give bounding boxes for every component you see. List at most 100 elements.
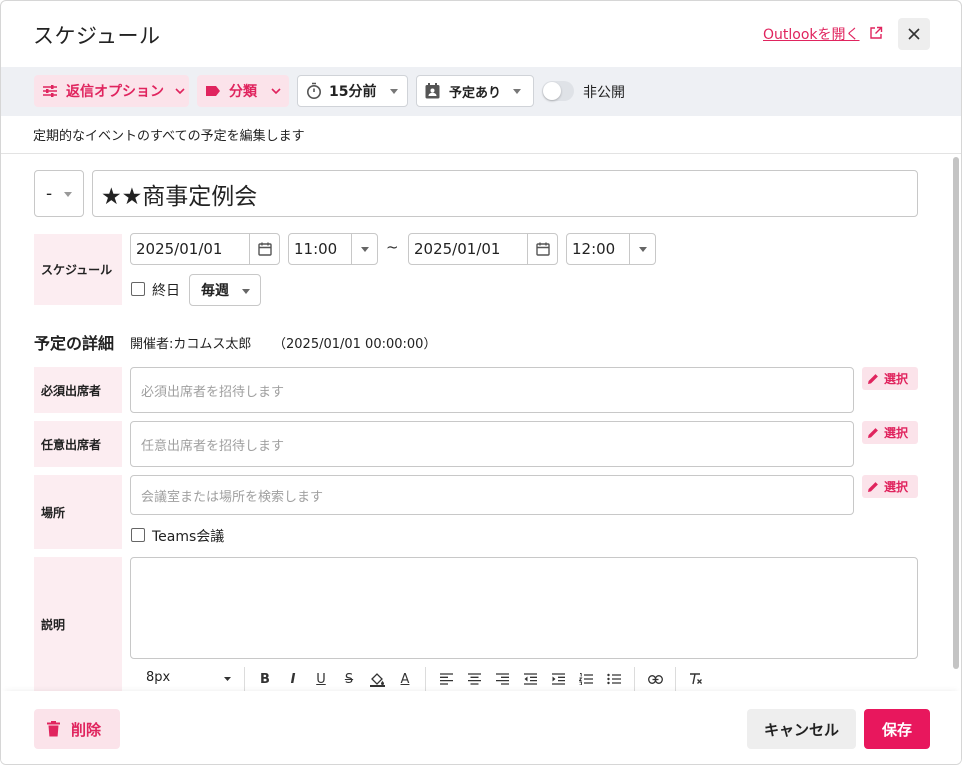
caret-down-icon	[638, 246, 647, 252]
toggle-knob	[543, 82, 561, 100]
end-date-value: 2025/01/01	[414, 240, 501, 258]
reply-options-button[interactable]: 返信オプション	[34, 75, 189, 107]
optional-select-button[interactable]: 選択	[862, 421, 918, 444]
details-section-title: 予定の詳細	[34, 334, 115, 353]
show-as-value: 予定あり	[449, 85, 502, 101]
select-label: 選択	[884, 372, 909, 386]
recurring-note: 定期的なイベントのすべての予定を編集します	[33, 129, 305, 144]
caret-down-icon	[64, 192, 72, 197]
organizer-text: 開催者:カコムス太郎	[130, 337, 252, 352]
bold-button[interactable]: B	[255, 669, 275, 689]
insert-link-button[interactable]	[645, 669, 665, 689]
optional-attendees-input[interactable]: 任意出席者を招待します	[130, 421, 854, 467]
required-select-button[interactable]: 選択	[862, 367, 918, 390]
align-right-button[interactable]	[492, 669, 512, 689]
start-date-input[interactable]: 2025/01/01	[130, 233, 280, 265]
description-editor[interactable]	[130, 557, 918, 659]
toolbar-separator	[634, 667, 635, 691]
select-label: 選択	[884, 426, 909, 440]
category-button[interactable]: 分類	[197, 75, 289, 107]
delete-button[interactable]: 削除	[34, 709, 120, 749]
clear-format-button[interactable]	[686, 669, 706, 689]
schedule-dialog: スケジュール Outlookを開く 返信オプション 分類 15分前 予定あり 非…	[0, 0, 962, 765]
save-button[interactable]: 保存	[864, 709, 930, 749]
teams-meeting-label: Teams会議	[152, 529, 225, 545]
reminder-select[interactable]: 15分前	[297, 75, 408, 107]
bold-glyph: B	[260, 671, 270, 687]
location-label: 場所	[34, 475, 122, 549]
private-toggle[interactable]	[542, 81, 574, 101]
start-date-value: 2025/01/01	[136, 240, 223, 258]
italic-glyph: I	[290, 671, 296, 687]
priority-value: -	[46, 183, 53, 204]
external-link-icon[interactable]	[869, 26, 883, 40]
caret-down-icon[interactable]	[224, 677, 231, 681]
priority-select[interactable]: -	[34, 170, 84, 217]
start-time-dropdown[interactable]	[351, 234, 377, 264]
outdent-icon	[523, 673, 537, 685]
link-icon	[647, 674, 663, 684]
indent-button[interactable]	[548, 669, 568, 689]
font-color-button[interactable]: A	[395, 669, 415, 689]
highlight-color-button[interactable]	[367, 669, 387, 689]
pencil-icon	[868, 481, 878, 492]
bulleted-list-icon	[607, 673, 621, 685]
align-center-icon	[467, 673, 481, 685]
sliders-icon	[43, 85, 57, 97]
event-title-input[interactable]: ★★商事定例会	[92, 170, 918, 217]
bulleted-list-button[interactable]	[604, 669, 624, 689]
align-right-icon	[495, 673, 509, 685]
strikethrough-button[interactable]: S	[339, 669, 359, 689]
required-attendees-input[interactable]: 必須出席者を招待します	[130, 367, 854, 413]
reminder-value: 15分前	[329, 84, 377, 100]
open-outlook-link[interactable]: Outlookを開く	[763, 24, 860, 44]
italic-button[interactable]: I	[283, 669, 303, 689]
divider	[1, 153, 961, 154]
all-day-checkbox[interactable]	[131, 282, 145, 296]
schedule-label: スケジュール	[34, 234, 122, 305]
align-center-button[interactable]	[464, 669, 484, 689]
cancel-button[interactable]: キャンセル	[747, 709, 856, 749]
end-time-value: 12:00	[572, 240, 616, 258]
pencil-icon	[868, 427, 878, 438]
toolbar-separator	[425, 667, 426, 691]
rich-text-toolbar: 8px B I U S A	[130, 665, 918, 691]
scrollbar-thumb[interactable]	[953, 157, 959, 669]
private-label: 非公開	[583, 85, 625, 101]
align-left-button[interactable]	[436, 669, 456, 689]
teams-meeting-checkbox[interactable]	[131, 528, 145, 542]
dialog-header: スケジュール Outlookを開く	[1, 1, 961, 67]
location-input[interactable]: 会議室または場所を検索します	[130, 475, 854, 515]
end-time-select[interactable]: 12:00	[566, 233, 656, 265]
show-as-select[interactable]: 予定あり	[416, 75, 534, 107]
end-date-input[interactable]: 2025/01/01	[408, 233, 558, 265]
underline-button[interactable]: U	[311, 669, 331, 689]
toolbar: 返信オプション 分類 15分前 予定あり	[1, 67, 961, 116]
outdent-button[interactable]	[520, 669, 540, 689]
toolbar-separator	[244, 667, 245, 691]
caret-down-icon	[360, 246, 369, 252]
recurrence-select[interactable]: 毎週	[189, 274, 261, 306]
start-time-select[interactable]: 11:00	[288, 233, 378, 265]
pencil-icon	[868, 373, 878, 384]
close-button[interactable]	[898, 18, 930, 50]
caret-down-icon	[390, 88, 399, 94]
location-select-button[interactable]: 選択	[862, 475, 918, 498]
organizer-timestamp: （2025/01/01 00:00:00）	[273, 337, 437, 352]
end-time-dropdown[interactable]	[629, 234, 655, 264]
start-date-picker-button[interactable]	[249, 234, 279, 264]
font-size-select[interactable]: 8px	[146, 670, 170, 685]
calendar-icon	[535, 242, 550, 256]
end-date-picker-button[interactable]	[527, 234, 557, 264]
optional-attendees-label: 任意出席者	[34, 421, 122, 467]
caret-down-icon	[513, 88, 522, 94]
numbered-list-button[interactable]	[576, 669, 596, 689]
calendar-icon	[257, 242, 272, 256]
close-icon	[908, 28, 920, 40]
range-separator: ~	[386, 238, 399, 256]
select-label: 選択	[884, 480, 909, 494]
clear-format-icon	[690, 673, 702, 685]
font-color-glyph: A	[400, 671, 410, 687]
timer-icon	[307, 82, 321, 99]
caret-down-icon	[242, 289, 250, 294]
